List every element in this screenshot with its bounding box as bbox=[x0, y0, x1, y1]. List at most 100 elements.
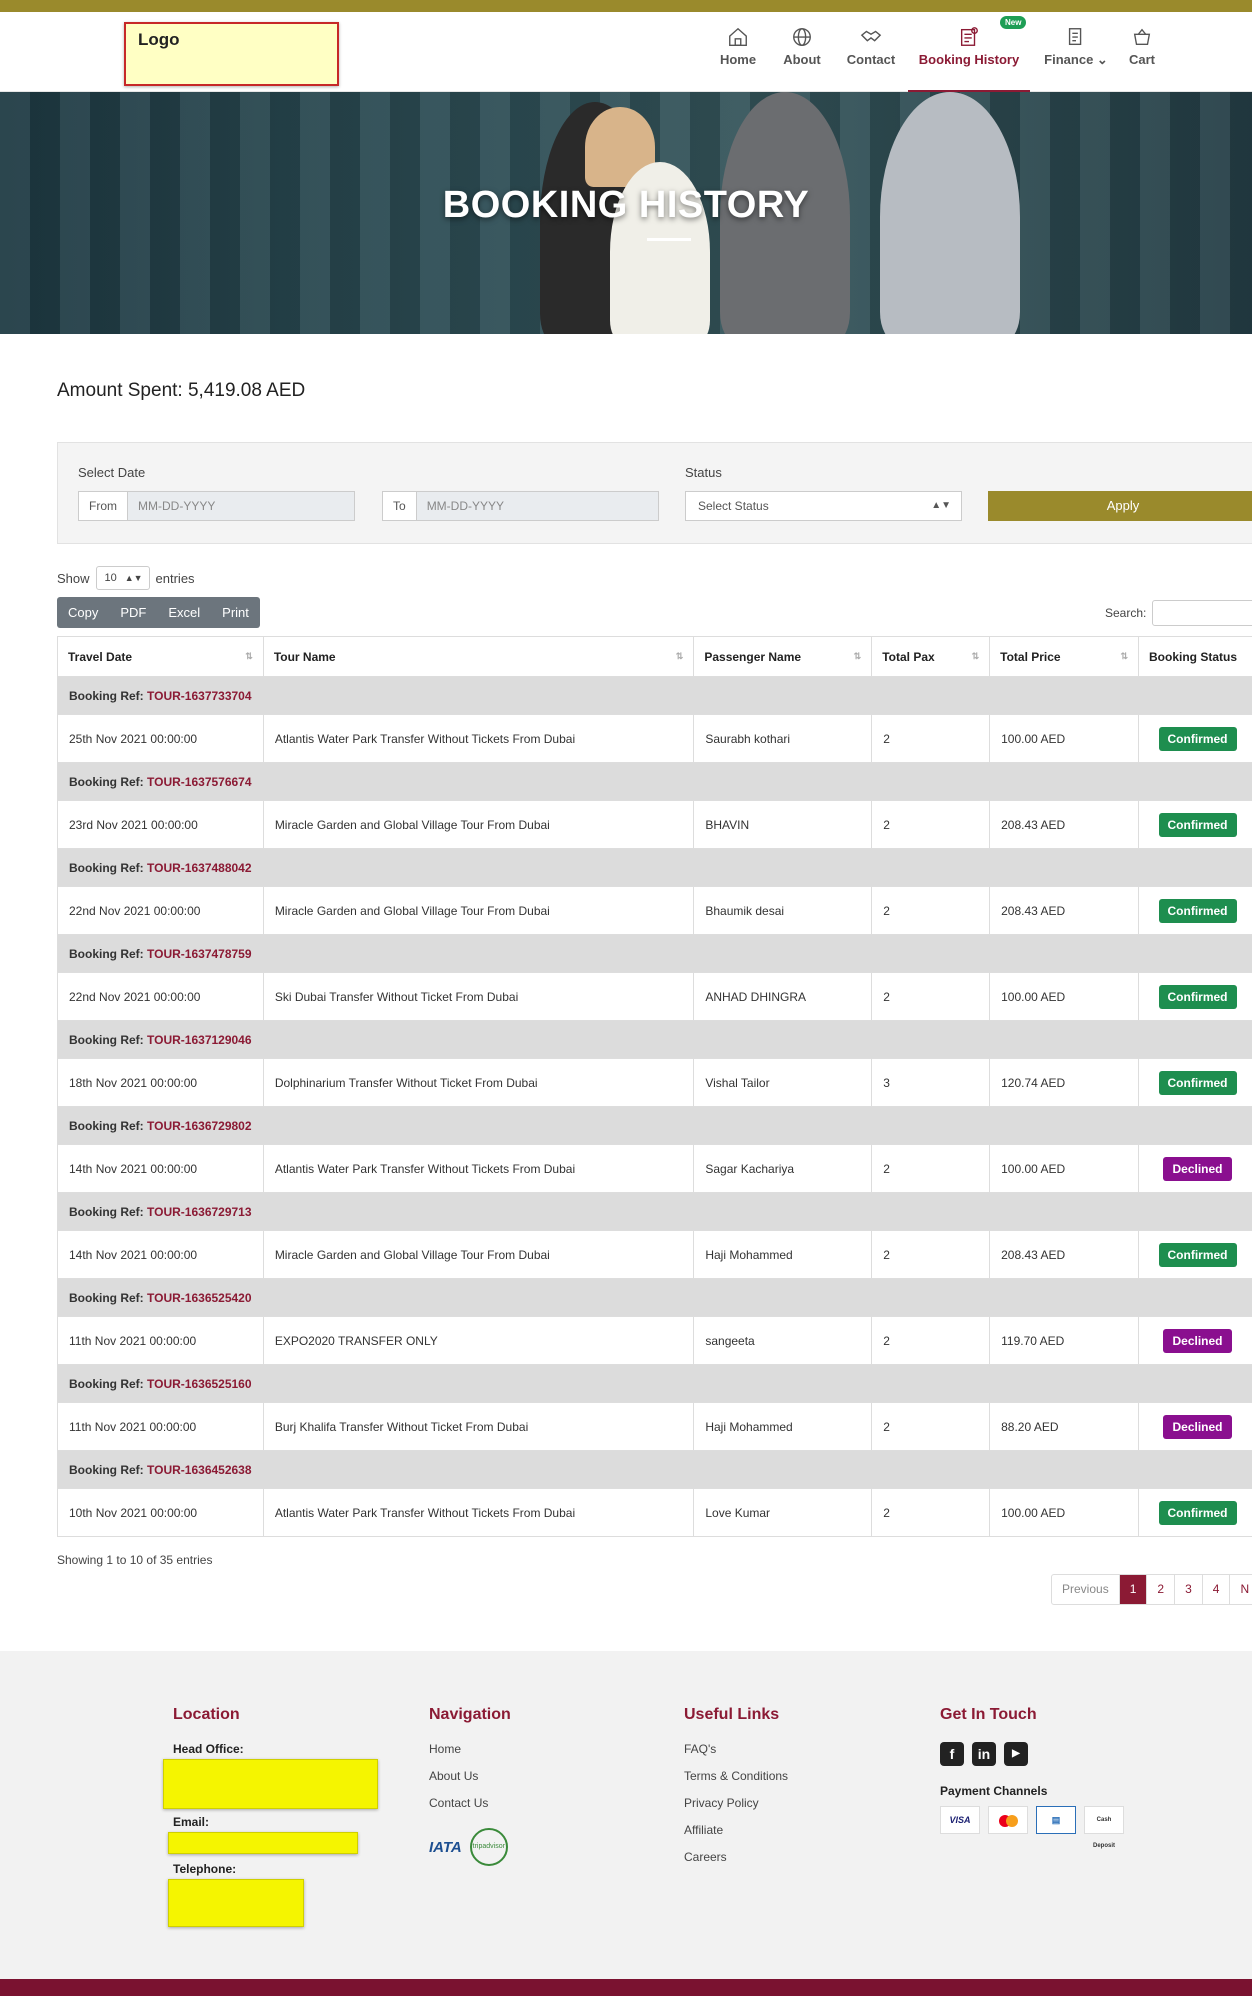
footer-link-about[interactable]: About Us bbox=[429, 1769, 511, 1783]
booking-ref-code[interactable]: TOUR-1637576674 bbox=[147, 775, 252, 789]
tour-name-cell: Atlantis Water Park Transfer Without Tic… bbox=[262, 1144, 695, 1193]
page-3-button[interactable]: 3 bbox=[1174, 1575, 1202, 1604]
total-pax-cell: 2 bbox=[871, 1402, 991, 1451]
table-row: 11th Nov 2021 00:00:00 Burj Khalifa Trans… bbox=[57, 1402, 1252, 1451]
status-badge: Confirmed bbox=[1158, 984, 1237, 1009]
booking-ref-label: Booking Ref: bbox=[69, 774, 144, 789]
pdf-button[interactable]: PDF bbox=[109, 597, 157, 628]
apply-button[interactable]: Apply bbox=[988, 491, 1252, 521]
booking-ref-label: Booking Ref: bbox=[69, 688, 144, 703]
booking-status-cell: Confirmed bbox=[1138, 1230, 1252, 1279]
booking-ref-code[interactable]: TOUR-1636525160 bbox=[147, 1377, 252, 1391]
travel-date-cell: 10th Nov 2021 00:00:00 bbox=[57, 1488, 264, 1537]
passenger-name-cell: Bhaumik desai bbox=[693, 886, 873, 935]
footer-link-careers[interactable]: Careers bbox=[684, 1850, 788, 1864]
export-button-group: Copy PDF Excel Print bbox=[57, 597, 260, 628]
total-price-cell: 88.20 AED bbox=[989, 1402, 1139, 1451]
excel-button[interactable]: Excel bbox=[157, 597, 211, 628]
search-input[interactable] bbox=[1152, 600, 1252, 626]
nav-cart-label: Cart bbox=[1128, 52, 1155, 67]
entries-length-control: Show 10 ▲▼ entries bbox=[57, 566, 195, 590]
footer-link-home[interactable]: Home bbox=[429, 1742, 511, 1756]
handshake-icon bbox=[860, 30, 882, 42]
print-button[interactable]: Print bbox=[211, 597, 260, 628]
footer-link-affiliate[interactable]: Affiliate bbox=[684, 1823, 788, 1837]
nav-home[interactable]: Home bbox=[708, 12, 768, 92]
booking-status-cell: Confirmed bbox=[1138, 1058, 1252, 1107]
next-button[interactable]: N bbox=[1229, 1575, 1252, 1604]
tour-name-cell: Burj Khalifa Transfer Without Ticket Fro… bbox=[262, 1402, 695, 1451]
to-date-input[interactable]: MM-DD-YYYY bbox=[417, 492, 514, 520]
column-travel-date[interactable]: Travel Date ⇅ bbox=[57, 636, 264, 677]
facebook-icon[interactable]: f bbox=[940, 1742, 964, 1766]
from-date-field[interactable]: From MM-DD-YYYY bbox=[78, 491, 355, 521]
column-total-pax[interactable]: Total Pax ⇅ bbox=[871, 636, 991, 677]
youtube-icon[interactable]: ▶ bbox=[1004, 1742, 1028, 1766]
table-row: 22nd Nov 2021 00:00:00 Ski Dubai Transfer… bbox=[57, 972, 1252, 1021]
booking-ref-code[interactable]: TOUR-1637129046 bbox=[147, 1033, 252, 1047]
travel-date-cell: 22nd Nov 2021 00:00:00 bbox=[57, 886, 264, 935]
redacted-email bbox=[168, 1832, 358, 1854]
column-passenger-name[interactable]: Passenger Name ⇅ bbox=[693, 636, 873, 677]
tripadvisor-logo: tripadvisor bbox=[469, 1828, 508, 1866]
payment-channels-label: Payment Channels bbox=[940, 1784, 1048, 1798]
passenger-name-cell: sangeeta bbox=[693, 1316, 873, 1365]
nav-booking-history[interactable]: New Booking History bbox=[908, 12, 1030, 92]
nav-finance[interactable]: Finance ⌄ bbox=[1040, 12, 1112, 92]
column-booking-status[interactable]: Booking Status bbox=[1138, 636, 1252, 677]
amount-spent: Amount Spent: 5,419.08 AED bbox=[57, 380, 306, 401]
total-price-cell: 208.43 AED bbox=[989, 886, 1139, 935]
travel-date-cell: 11th Nov 2021 00:00:00 bbox=[57, 1316, 264, 1365]
booking-ref-label: Booking Ref: bbox=[69, 1032, 144, 1047]
booking-table: Travel Date ⇅ Tour Name ⇅ Passenger Name ⇅ … bbox=[57, 636, 1252, 1537]
copy-button[interactable]: Copy bbox=[57, 597, 109, 628]
tour-name-cell: Miracle Garden and Global Village Tour F… bbox=[262, 1230, 695, 1279]
booking-ref-label: Booking Ref: bbox=[69, 946, 144, 961]
linkedin-icon[interactable]: in bbox=[972, 1742, 996, 1766]
column-tour-name[interactable]: Tour Name ⇅ bbox=[262, 636, 695, 677]
total-pax-cell: 2 bbox=[871, 1488, 991, 1537]
table-row: 23rd Nov 2021 00:00:00 Miracle Garden and… bbox=[57, 800, 1252, 849]
booking-ref-code[interactable]: TOUR-1637478759 bbox=[147, 947, 252, 961]
previous-button[interactable]: Previous bbox=[1052, 1575, 1119, 1604]
nav-cart[interactable]: Cart bbox=[1120, 12, 1164, 92]
total-pax-cell: 2 bbox=[871, 1230, 991, 1279]
footer-link-terms[interactable]: Terms & Conditions bbox=[684, 1769, 788, 1783]
column-total-price[interactable]: Total Price ⇅ bbox=[989, 636, 1139, 677]
total-price-cell: 100.00 AED bbox=[989, 1488, 1139, 1537]
booking-ref-code[interactable]: TOUR-1636729802 bbox=[147, 1119, 252, 1133]
select-date-label: Select Date bbox=[78, 465, 146, 480]
nav-about[interactable]: About bbox=[772, 12, 832, 92]
footer-link-faqs[interactable]: FAQ's bbox=[684, 1742, 788, 1756]
booking-ref-row: Booking Ref: TOUR-1636729802 bbox=[57, 1106, 1252, 1145]
booking-ref-code[interactable]: TOUR-1636525420 bbox=[147, 1291, 252, 1305]
booking-status-cell: Declined bbox=[1138, 1316, 1252, 1365]
booking-ref-code[interactable]: TOUR-1637733704 bbox=[147, 689, 252, 703]
status-select[interactable]: Select Status ▲▼ bbox=[685, 491, 962, 521]
page-title: BOOKING HISTORY bbox=[442, 184, 810, 226]
booking-ref-code[interactable]: TOUR-1636729713 bbox=[147, 1205, 252, 1219]
page-2-button[interactable]: 2 bbox=[1146, 1575, 1174, 1604]
booking-ref-code[interactable]: TOUR-1637488042 bbox=[147, 861, 252, 875]
page-4-button[interactable]: 4 bbox=[1201, 1575, 1230, 1604]
nav-booking-history-label: Booking History bbox=[918, 52, 1020, 67]
page-1-button[interactable]: 1 bbox=[1118, 1575, 1147, 1604]
nav-contact[interactable]: Contact bbox=[838, 12, 904, 92]
footer-link-contact[interactable]: Contact Us bbox=[429, 1796, 511, 1810]
table-search: Search: bbox=[1105, 600, 1252, 626]
site-logo[interactable]: Logo bbox=[124, 22, 339, 86]
total-pax-cell: 2 bbox=[871, 714, 991, 763]
tour-name-cell: Miracle Garden and Global Village Tour F… bbox=[262, 800, 695, 849]
total-pax-cell: 2 bbox=[871, 1316, 991, 1365]
from-date-input[interactable]: MM-DD-YYYY bbox=[128, 492, 225, 520]
total-price-cell: 100.00 AED bbox=[989, 1144, 1139, 1193]
to-date-field[interactable]: To MM-DD-YYYY bbox=[382, 491, 659, 521]
footer-navigation: Navigation Home About Us Contact Us IATA… bbox=[429, 1706, 511, 1866]
footer-link-privacy[interactable]: Privacy Policy bbox=[684, 1796, 788, 1810]
booking-ref-code[interactable]: TOUR-1636452638 bbox=[147, 1463, 252, 1477]
title-underline bbox=[647, 238, 691, 241]
entries-select[interactable]: 10 ▲▼ bbox=[95, 566, 150, 590]
booking-ref-label: Booking Ref: bbox=[69, 1118, 144, 1133]
total-price-cell: 208.43 AED bbox=[989, 1230, 1139, 1279]
booking-ref-row: Booking Ref: TOUR-1636525420 bbox=[57, 1278, 1252, 1317]
